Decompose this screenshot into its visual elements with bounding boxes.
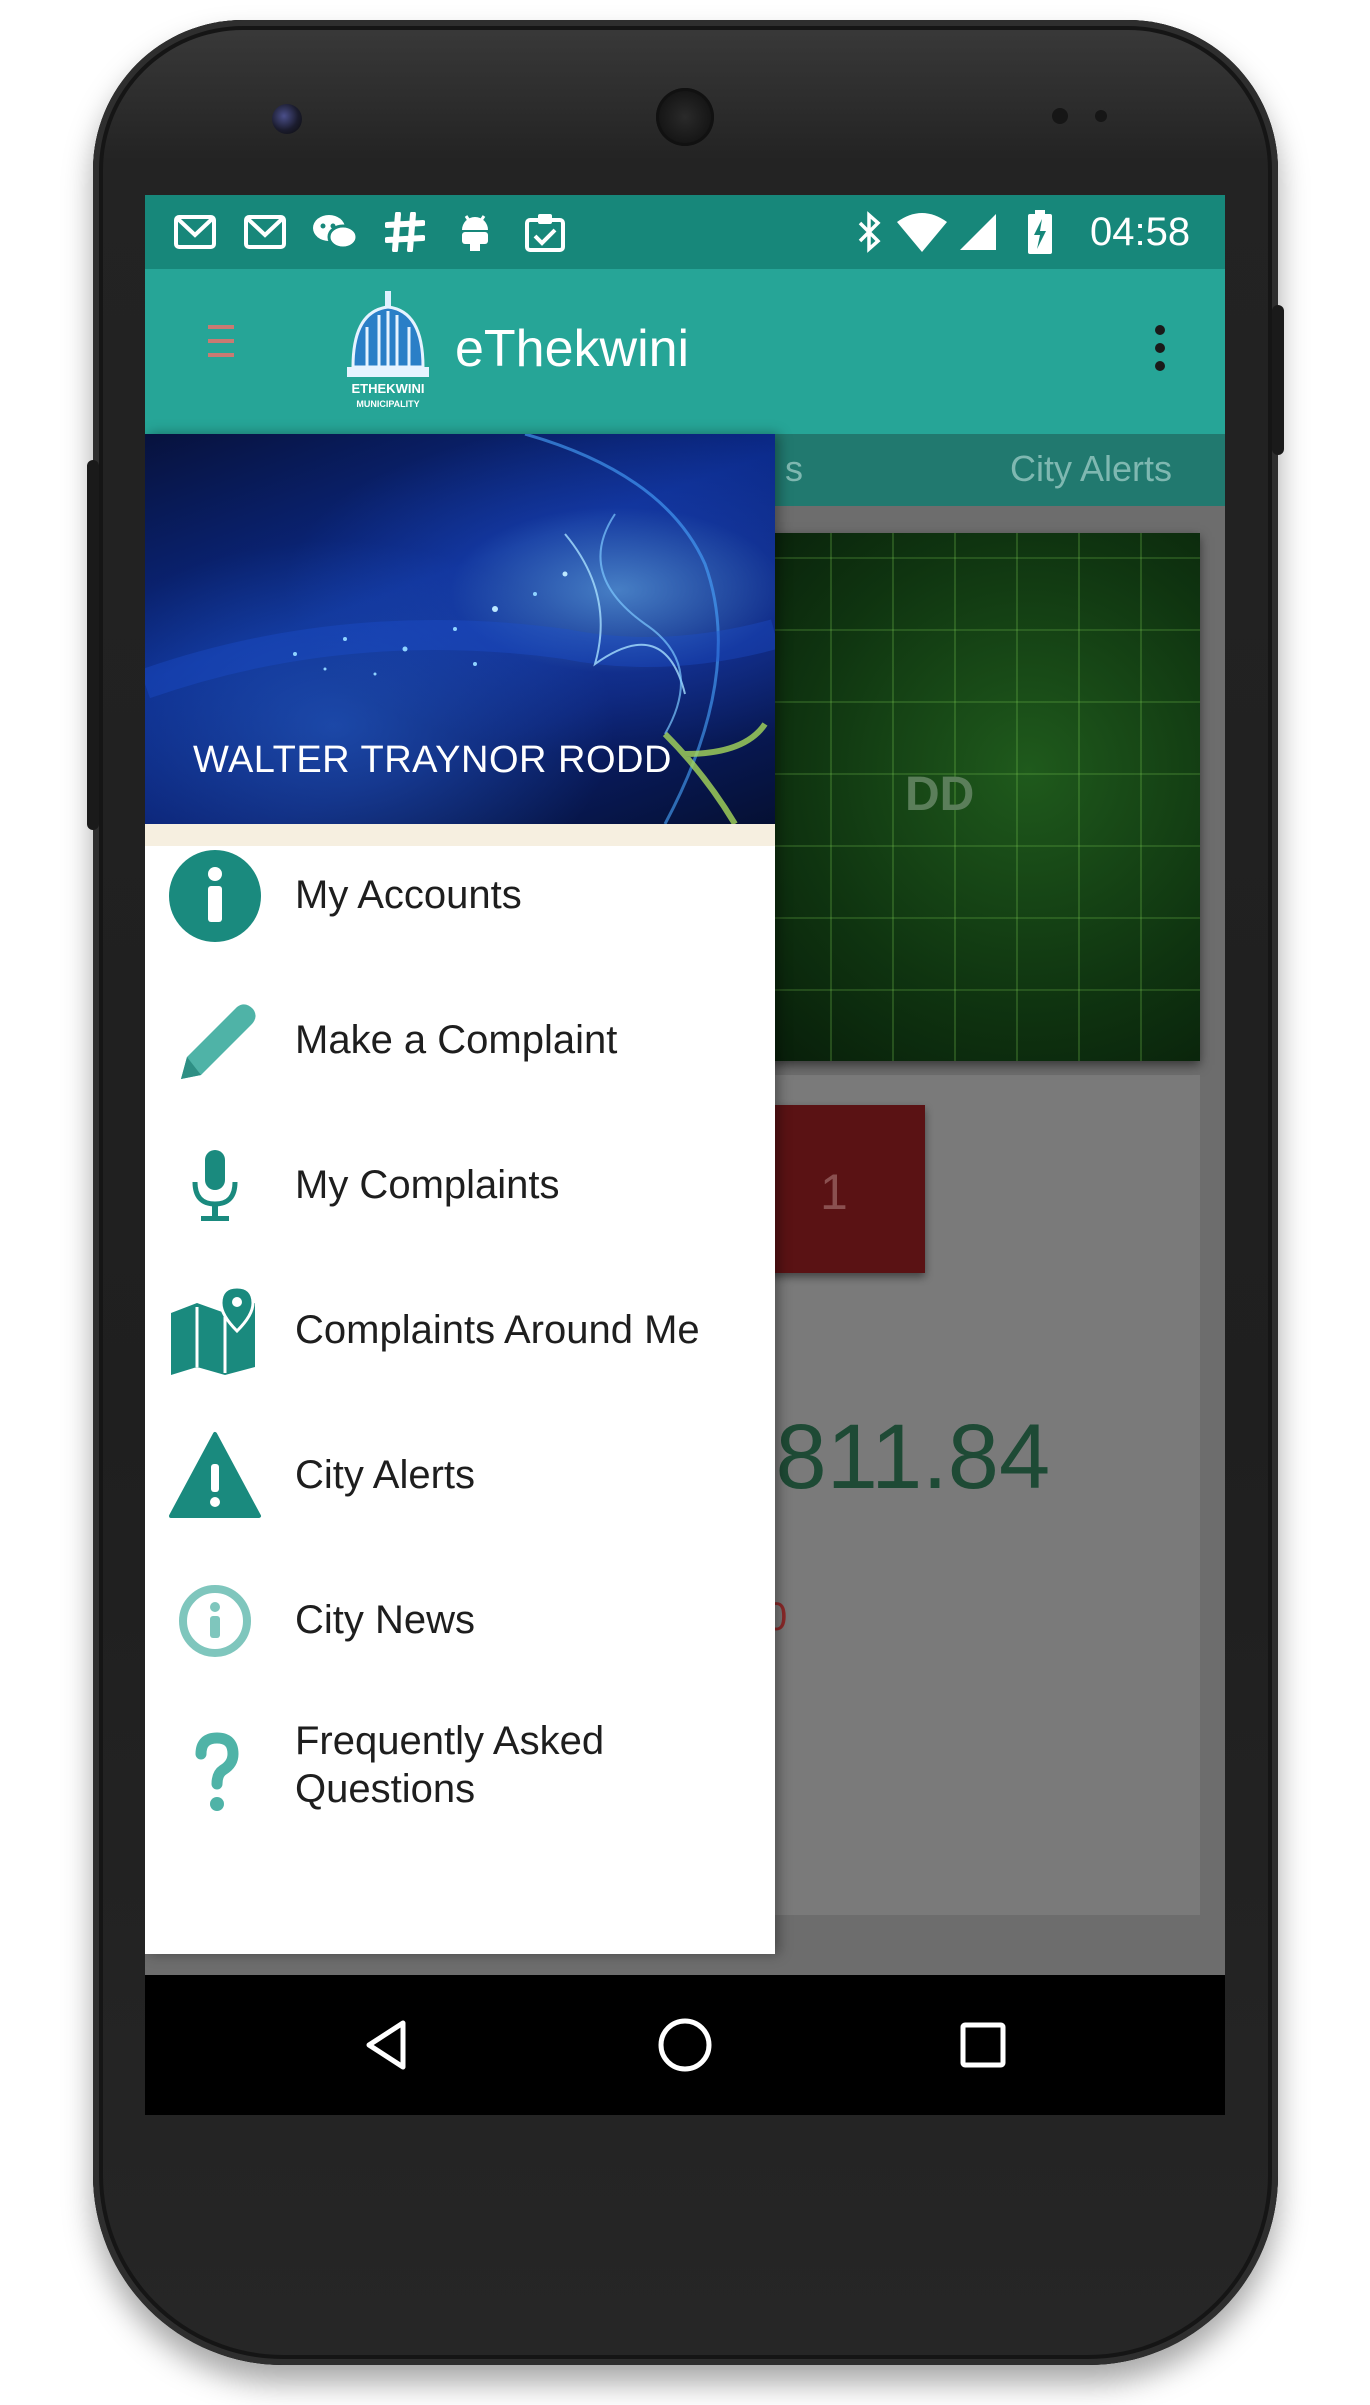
light-sensor xyxy=(1095,110,1107,122)
wifi-icon xyxy=(897,207,947,257)
hamburger-menu-icon[interactable] xyxy=(190,311,260,381)
drawer-item-label-line2: Questions xyxy=(295,1767,476,1811)
slack-icon xyxy=(380,207,430,257)
drawer-item-complaints-around-me[interactable]: Complaints Around Me xyxy=(145,1281,775,1426)
svg-text:ETHEKWINI: ETHEKWINI xyxy=(352,381,425,396)
drawer-item-label: My Accounts xyxy=(295,873,522,917)
status-bar: 04:58 xyxy=(145,195,1225,269)
screen: 04:58 ETHEKWINI MUNICIPALITY eThekwini s… xyxy=(145,195,1225,2115)
info-circle-icon xyxy=(165,846,265,946)
question-mark-icon xyxy=(165,1722,265,1822)
ethekwini-logo: ETHEKWINI MUNICIPALITY xyxy=(335,289,445,414)
microphone-icon xyxy=(165,1136,265,1236)
tab-partial[interactable]: s xyxy=(785,448,803,490)
wechat-icon xyxy=(310,207,360,257)
header-divider xyxy=(145,824,775,846)
clipboard-check-icon xyxy=(520,207,570,257)
hero-text-fragment: DD xyxy=(905,768,975,821)
pencil-icon xyxy=(165,991,265,1091)
gmail-icon xyxy=(170,207,220,257)
svg-text:MUNICIPALITY: MUNICIPALITY xyxy=(356,399,419,409)
drawer-item-city-news[interactable]: City News xyxy=(145,1571,775,1716)
count-value: 1 xyxy=(820,1164,848,1220)
front-camera xyxy=(272,104,302,134)
drawer-header: WALTER TRAYNOR RODD xyxy=(145,434,775,824)
amount-value: ,811.84 xyxy=(750,1406,1051,1508)
back-triangle-icon[interactable] xyxy=(345,2003,429,2087)
drawer-item-my-accounts[interactable]: My Accounts xyxy=(145,846,775,991)
navigation-drawer: WALTER TRAYNOR RODD My Accounts Make a C… xyxy=(145,434,775,1954)
drawer-item-label: City News xyxy=(295,1598,476,1642)
proximity-sensor xyxy=(1052,108,1068,124)
more-vert-icon[interactable] xyxy=(1130,314,1190,384)
cell-signal-icon xyxy=(953,207,1003,257)
app-title: eThekwini xyxy=(455,320,690,378)
android-icon xyxy=(450,207,500,257)
earpiece-speaker xyxy=(656,88,714,146)
volume-button xyxy=(87,460,99,830)
warning-triangle-icon xyxy=(165,1426,265,1526)
power-button xyxy=(1272,305,1284,455)
recents-square-icon[interactable] xyxy=(941,2003,1025,2087)
clock: 04:58 xyxy=(1090,210,1191,254)
drawer-item-city-alerts[interactable]: City Alerts xyxy=(145,1426,775,1571)
system-nav-bar xyxy=(145,1975,1225,2115)
gmail-icon xyxy=(240,207,290,257)
bluetooth-icon xyxy=(845,207,895,257)
drawer-item-make-a-complaint[interactable]: Make a Complaint xyxy=(145,991,775,1136)
info-outline-icon xyxy=(165,1571,265,1671)
hero-image xyxy=(770,533,1200,1061)
battery-charging-icon xyxy=(1015,207,1065,257)
user-name: WALTER TRAYNOR RODD xyxy=(193,739,672,781)
drawer-item-my-complaints[interactable]: My Complaints xyxy=(145,1136,775,1281)
home-circle-icon[interactable] xyxy=(643,2003,727,2087)
app-bar: ETHEKWINI MUNICIPALITY eThekwini xyxy=(145,269,1225,434)
drawer-item-label: Complaints Around Me xyxy=(295,1308,700,1352)
drawer-item-faq[interactable]: Frequently Asked Questions xyxy=(145,1716,775,1866)
drawer-item-label: City Alerts xyxy=(295,1453,476,1497)
map-pin-icon xyxy=(165,1281,265,1381)
drawer-item-label: My Complaints xyxy=(295,1163,560,1207)
tab-city-alerts[interactable]: City Alerts xyxy=(1010,448,1172,490)
drawer-item-label: Make a Complaint xyxy=(295,1018,618,1062)
drawer-item-label: Frequently Asked xyxy=(295,1719,605,1763)
